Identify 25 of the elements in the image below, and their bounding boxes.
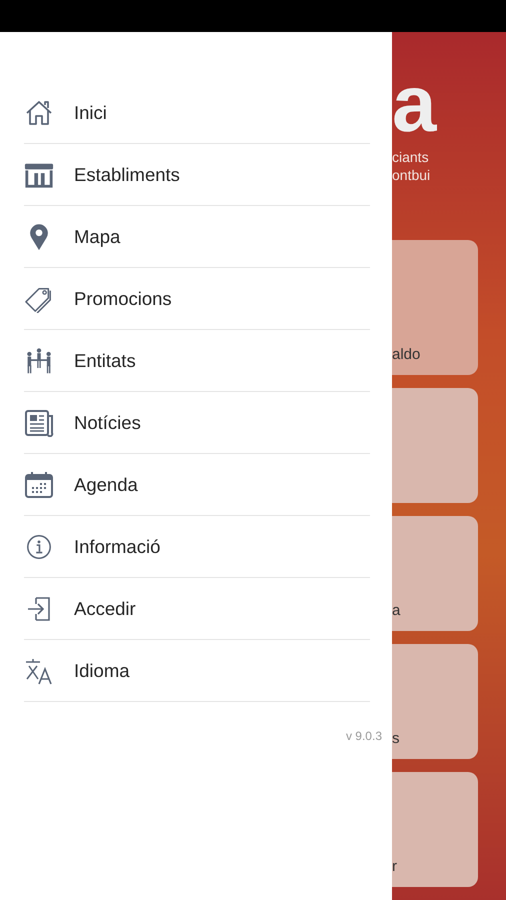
- menu-item[interactable]: Agenda: [24, 454, 370, 516]
- newspaper-icon: [24, 408, 54, 436]
- version-text: v 9.0.3: [346, 729, 382, 743]
- translate-icon: [24, 656, 54, 684]
- menu-item[interactable]: Idioma: [24, 640, 370, 702]
- menu-item[interactable]: Notícies: [24, 392, 370, 454]
- logo-subtitle: ontbui: [392, 166, 432, 184]
- menu-item[interactable]: Accedir: [24, 578, 370, 640]
- home-card[interactable]: r: [392, 772, 478, 887]
- info-icon: [24, 532, 54, 560]
- menu-item[interactable]: Establiments: [24, 144, 370, 206]
- home-card[interactable]: aldo: [392, 240, 478, 375]
- menu-item[interactable]: Mapa: [24, 206, 370, 268]
- home-icon: [24, 98, 54, 126]
- logo-subtitle: ciants: [392, 148, 430, 166]
- calendar-icon: [24, 470, 54, 498]
- home-card[interactable]: [392, 388, 478, 503]
- people-icon: [24, 346, 54, 374]
- menu-item[interactable]: Promocions: [24, 268, 370, 330]
- logo-letter: a: [392, 64, 436, 148]
- menu-item[interactable]: Informació: [24, 516, 370, 578]
- home-card[interactable]: s: [392, 644, 478, 759]
- menu-item[interactable]: Inici: [24, 82, 370, 144]
- menu-item[interactable]: Entitats: [24, 330, 370, 392]
- home-card[interactable]: a: [392, 516, 478, 631]
